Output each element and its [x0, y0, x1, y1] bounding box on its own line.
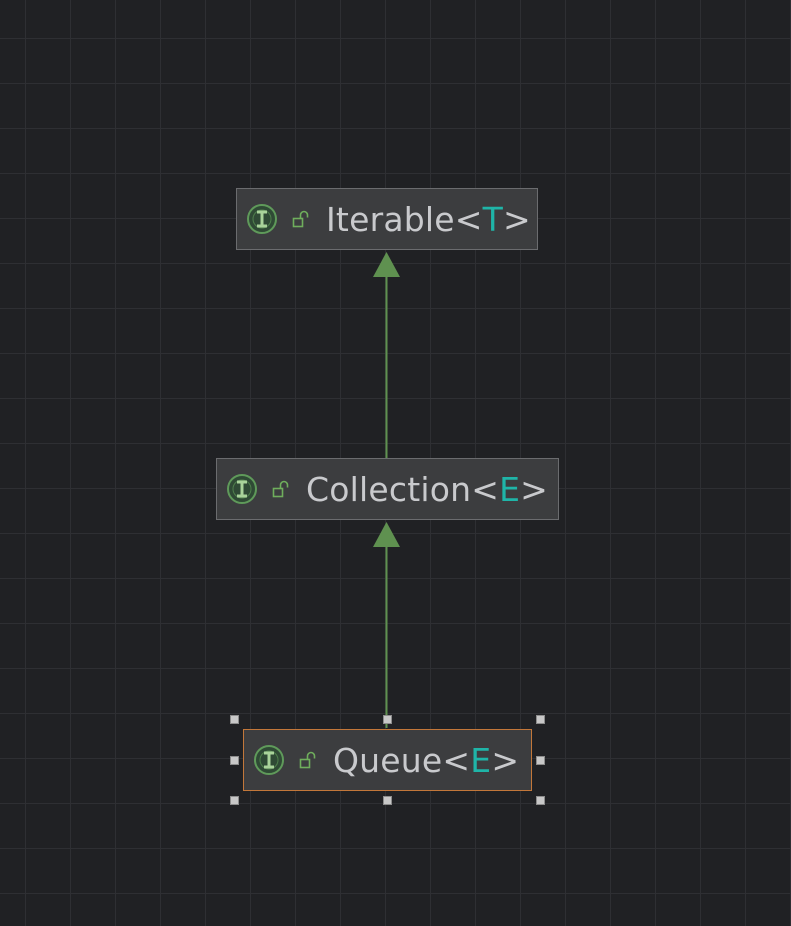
class-name: Iterable: [326, 199, 455, 239]
resize-handle-top-right[interactable]: [536, 715, 545, 724]
class-name-label: Queue < E >: [325, 730, 533, 790]
public-unlock-icon: [299, 751, 317, 769]
class-name: Queue: [333, 740, 443, 780]
class-name: Collection: [306, 469, 472, 509]
class-node-iterable[interactable]: Iterable < T >: [236, 188, 538, 250]
resize-handle-top-left[interactable]: [230, 715, 239, 724]
public-unlock-icon: [272, 480, 290, 498]
public-unlock-icon: [292, 210, 310, 228]
edge-arrowhead-collection: [373, 522, 400, 547]
generic-open: <: [471, 469, 500, 509]
resize-handle-bottom[interactable]: [383, 796, 392, 805]
interface-icon: [226, 473, 258, 505]
generic-open: <: [454, 199, 483, 239]
resize-handle-right[interactable]: [536, 756, 545, 765]
edge-arrowhead-iterable: [373, 252, 400, 277]
resize-handle-bottom-right[interactable]: [536, 796, 545, 805]
type-parameter: E: [499, 469, 521, 509]
type-parameter: E: [470, 740, 492, 780]
generic-close: >: [503, 199, 531, 239]
resize-handle-bottom-left[interactable]: [230, 796, 239, 805]
diagram-canvas[interactable]: Iterable < T > Collection < E > Queue < …: [0, 0, 791, 926]
class-node-collection[interactable]: Collection < E >: [216, 458, 559, 520]
generic-close: >: [491, 740, 520, 780]
resize-handle-left[interactable]: [230, 756, 239, 765]
class-node-queue[interactable]: Queue < E >: [243, 729, 532, 791]
resize-handle-top[interactable]: [383, 715, 392, 724]
interface-icon: [253, 744, 285, 776]
type-parameter: T: [482, 199, 504, 239]
generic-close: >: [520, 469, 549, 509]
class-name-label: Collection < E >: [298, 459, 562, 519]
class-name-label: Iterable < T >: [318, 189, 545, 249]
interface-icon: [246, 203, 278, 235]
generic-open: <: [442, 740, 471, 780]
